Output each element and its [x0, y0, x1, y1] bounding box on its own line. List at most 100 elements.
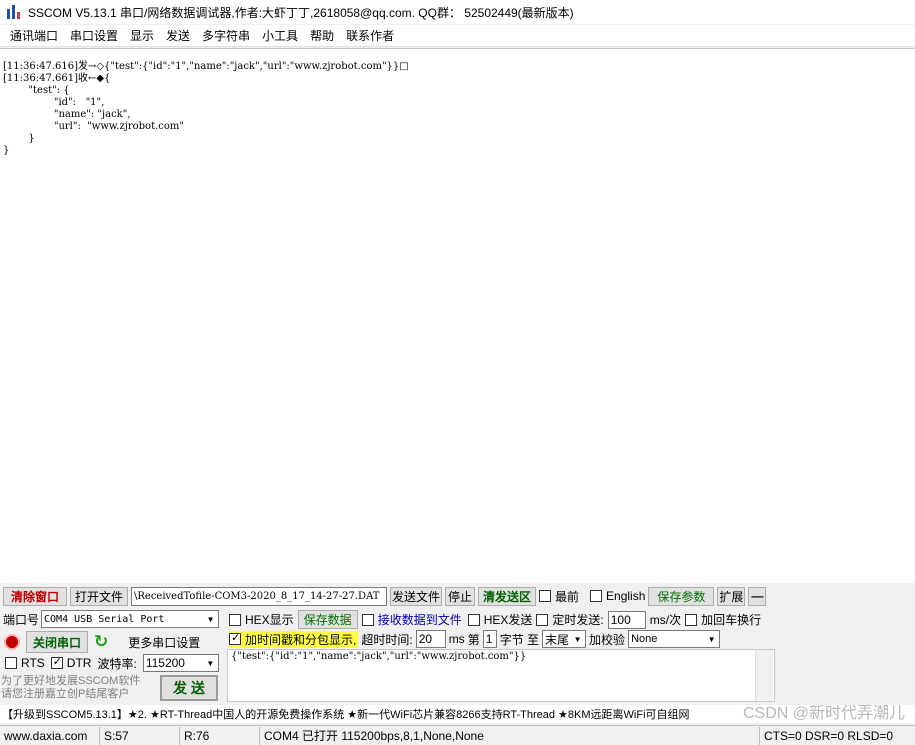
- log-line: "test": {: [3, 85, 70, 96]
- port-label: 端口号: [3, 612, 40, 627]
- menu-comm-port[interactable]: 通讯端口: [4, 27, 64, 44]
- send-button[interactable]: 发 送: [160, 675, 218, 701]
- save-data-button[interactable]: 保存数据: [297, 610, 358, 629]
- dtr-label: DTR: [66, 656, 92, 670]
- file-toolbar: 清除窗口 打开文件 \ReceivedTofile-COM3-2020_8_17…: [0, 585, 915, 607]
- clear-window-button[interactable]: 清除窗口: [3, 586, 67, 606]
- checkbox-box[interactable]: [50, 655, 63, 669]
- checkbox-box[interactable]: [229, 613, 241, 626]
- save-params-button[interactable]: 保存参数: [648, 586, 715, 606]
- news-ticker: 【升级到SSCOM5.13.1】★2. ★RT-Thread中国人的开源免费操作…: [0, 705, 915, 723]
- interval-input[interactable]: 100: [607, 610, 646, 629]
- status-bar: www.daxia.com S:57 R:76 COM4 已打开 115200b…: [0, 725, 915, 745]
- rts-checkbox[interactable]: RTS: [5, 656, 45, 670]
- timestamp-label: 加时间戳和分包显示,: [245, 632, 357, 647]
- record-icon: [4, 634, 20, 650]
- byte-end-select[interactable]: 末尾 ▼: [542, 630, 587, 648]
- open-file-button[interactable]: 打开文件: [70, 586, 128, 606]
- file-path-field[interactable]: \ReceivedTofile-COM3-2020_8_17_14-27-27.…: [131, 586, 387, 606]
- hex-display-label: HEX显示: [245, 613, 294, 627]
- more-port-settings-link[interactable]: 更多串口设置: [128, 634, 200, 651]
- byte-label-pre: 第: [467, 632, 480, 647]
- log-line: "name": "jack",: [3, 109, 131, 120]
- baud-label: 波特率:: [97, 656, 137, 671]
- chevron-down-icon[interactable]: ▼: [203, 611, 219, 627]
- chevron-down-icon[interactable]: ▼: [202, 655, 218, 671]
- timed-send-label: 定时发送:: [552, 613, 604, 627]
- checkbox-box[interactable]: [536, 613, 549, 626]
- clear-send-button[interactable]: 清发送区: [478, 586, 536, 606]
- menu-contact[interactable]: 联系作者: [340, 27, 400, 44]
- hex-send-checkbox[interactable]: HEX发送: [467, 611, 533, 628]
- checksum-value: None: [631, 633, 658, 645]
- checkbox-box[interactable]: [229, 631, 241, 645]
- collapse-button[interactable]: —: [748, 586, 767, 606]
- port-value: COM4 USB Serial Port: [44, 613, 165, 625]
- checkbox-box[interactable]: [5, 657, 17, 669]
- menu-help[interactable]: 帮助: [304, 27, 340, 44]
- byte-label-post: 字节 至: [499, 632, 540, 647]
- status-sent: S:57: [100, 726, 180, 745]
- send-input[interactable]: {"test":{"id":"1","name":"jack","url":"w…: [227, 649, 775, 702]
- menu-serial-settings[interactable]: 串口设置: [64, 27, 124, 44]
- app-logo-icon: [6, 4, 22, 20]
- checkbox-box[interactable]: [590, 590, 603, 602]
- stop-button[interactable]: 停止: [445, 586, 475, 606]
- news-text[interactable]: 【升级到SSCOM5.13.1】★2. ★RT-Thread中国人的开源免费操作…: [2, 706, 690, 722]
- english-label: English: [606, 589, 646, 603]
- title-bar: SSCOM V5.13.1 串口/网络数据调试器,作者:大虾丁丁,2618058…: [0, 0, 915, 24]
- rts-label: RTS: [21, 656, 45, 670]
- topmost-label: 最前: [555, 589, 580, 604]
- log-line: "id": "1",: [3, 97, 105, 108]
- english-checkbox[interactable]: English: [590, 589, 645, 603]
- watermark: CSDN @新时代弄潮儿: [742, 705, 905, 723]
- receive-area[interactable]: [11:36:47.616]发→◇{"test":{"id":"1","name…: [0, 48, 915, 583]
- log-line: }: [3, 133, 35, 144]
- chevron-down-icon[interactable]: ▼: [704, 631, 720, 647]
- log-line: "url": "www.zjrobot.com": [3, 121, 184, 132]
- chevron-down-icon[interactable]: ▼: [570, 631, 586, 647]
- hex-display-checkbox[interactable]: HEX显示: [229, 611, 294, 628]
- recv-to-file-label: 接收数据到文件: [377, 613, 462, 627]
- status-lines: CTS=0 DSR=0 RLSD=0: [764, 728, 894, 743]
- port-panel: 端口号 COM4 USB Serial Port ▼ 关闭串口 ↻ 更多串口设置…: [0, 607, 225, 705]
- status-site[interactable]: www.daxia.com: [0, 726, 100, 745]
- checkbox-box[interactable]: [361, 613, 374, 626]
- menu-tools[interactable]: 小工具: [256, 27, 304, 44]
- refresh-icon[interactable]: ↻: [94, 632, 108, 652]
- checksum-label: 加校验: [589, 632, 626, 647]
- add-crlf-checkbox[interactable]: 加回车换行: [685, 611, 761, 628]
- send-file-button[interactable]: 发送文件: [390, 586, 442, 606]
- close-port-button[interactable]: 关闭串口: [26, 631, 88, 653]
- status-recv: R:76: [180, 726, 260, 745]
- checkbox-box[interactable]: [467, 613, 480, 626]
- byte-index-input[interactable]: 1: [482, 630, 497, 648]
- menu-bar: 通讯端口 串口设置 显示 发送 多字符串 小工具 帮助 联系作者: [0, 25, 915, 47]
- window-title: SSCOM V5.13.1 串口/网络数据调试器,作者:大虾丁丁,2618058…: [28, 5, 574, 20]
- hex-send-label: HEX发送: [483, 613, 533, 627]
- dtr-checkbox[interactable]: DTR: [50, 655, 92, 670]
- checkbox-box[interactable]: [539, 590, 551, 602]
- interval-unit: ms/次: [649, 613, 682, 627]
- topmost-checkbox[interactable]: 最前: [539, 588, 579, 605]
- checkbox-box[interactable]: [685, 613, 698, 626]
- send-scrollbar[interactable]: [755, 650, 773, 701]
- timed-send-checkbox[interactable]: 定时发送:: [536, 611, 604, 628]
- timeout-input[interactable]: 20: [415, 630, 446, 648]
- byte-end-value: 末尾: [545, 632, 570, 647]
- add-crlf-label: 加回车换行: [701, 613, 762, 627]
- port-select[interactable]: COM4 USB Serial Port ▼: [41, 610, 220, 628]
- status-port: COM4 已打开 115200bps,8,1,None,None: [260, 726, 760, 745]
- timestamp-checkbox[interactable]: 加时间戳和分包显示,: [229, 630, 359, 648]
- checksum-select[interactable]: None ▼: [628, 630, 721, 648]
- timeout-label: 超时时间:: [361, 632, 413, 647]
- send-options: HEX显示 保存数据 接收数据到文件 HEX发送 定时发送: 100 ms/次 …: [225, 607, 915, 705]
- baud-select[interactable]: 115200 ▼: [142, 654, 219, 672]
- recv-to-file-checkbox[interactable]: 接收数据到文件: [361, 611, 462, 628]
- expand-button[interactable]: 扩展: [717, 586, 746, 606]
- menu-send[interactable]: 发送: [160, 27, 196, 44]
- timeout-unit: ms: [448, 632, 465, 646]
- menu-multi-string[interactable]: 多字符串: [196, 27, 256, 44]
- menu-display[interactable]: 显示: [124, 27, 160, 44]
- promo-text: 为了更好地发展SSCOM软件 请您注册嘉立创P结尾客户: [1, 675, 141, 700]
